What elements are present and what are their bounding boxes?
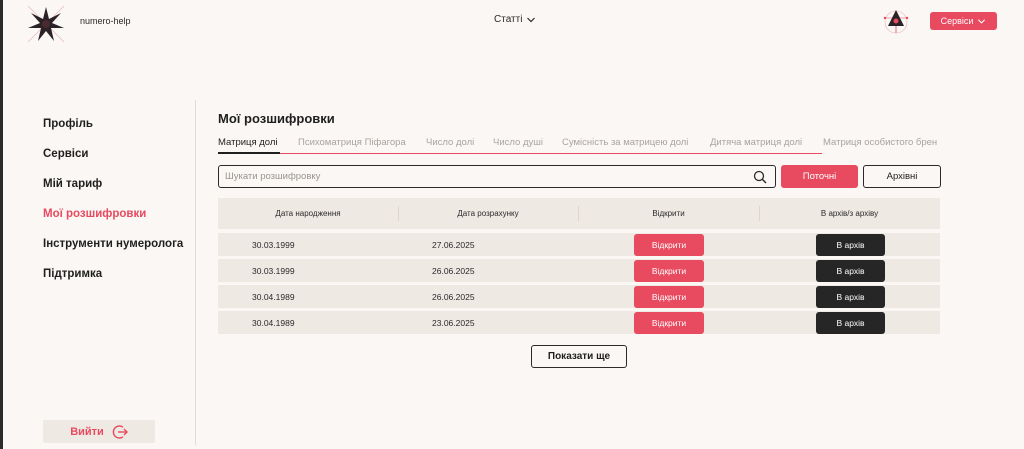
sidebar-divider	[195, 100, 196, 445]
tab-compatibility[interactable]: Сумісність за матрицею долі	[562, 137, 688, 148]
active-tab-indicator	[218, 152, 280, 154]
calc-date-cell: 27.06.2025	[432, 240, 475, 250]
tab-destiny-matrix[interactable]: Матриця долі	[218, 137, 278, 148]
tab-destiny-number[interactable]: Число долі	[426, 137, 474, 148]
logout-icon	[112, 424, 128, 439]
page-title: Мої розшифровки	[218, 111, 335, 126]
table-row: 30.04.1989 23.06.2025 Відкрити В архів	[218, 311, 940, 334]
services-button[interactable]: Сервіси	[930, 12, 997, 30]
sidebar-item-numerologist-tools[interactable]: Інструменти нумеролога	[43, 238, 183, 250]
top-header: numero-help Статті Сервіси	[0, 0, 1024, 44]
articles-dropdown[interactable]: Статті	[494, 14, 536, 25]
archive-filter-button[interactable]: Архівні	[863, 165, 941, 188]
services-button-label: Сервіси	[940, 16, 974, 26]
sidebar-item-services[interactable]: Сервіси	[43, 148, 88, 160]
birth-date-cell: 30.03.1999	[252, 266, 295, 276]
column-header-open: Відкрити	[652, 209, 685, 218]
avatar-icon[interactable]	[882, 7, 910, 35]
table-row: 30.04.1989 26.06.2025 Відкрити В архів	[218, 285, 940, 308]
search-box	[218, 165, 776, 188]
birth-date-cell: 30.04.1989	[252, 292, 295, 302]
decoding-tabs: Матриця долі Психоматриця Піфагора Число…	[218, 137, 940, 157]
to-archive-button[interactable]: В архів	[816, 312, 885, 334]
table-row: 30.03.1999 27.06.2025 Відкрити В архів	[218, 233, 940, 256]
chevron-down-icon	[978, 18, 986, 24]
open-button[interactable]: Відкрити	[634, 260, 704, 282]
tab-child-matrix[interactable]: Дитяча матриця долі	[710, 137, 802, 148]
tab-pythagoras-psychomatrix[interactable]: Психоматриця Піфагора	[298, 137, 406, 148]
calc-date-cell: 26.06.2025	[432, 292, 475, 302]
current-filter-button[interactable]: Поточні	[781, 165, 858, 188]
logout-button[interactable]: Вийти	[43, 420, 155, 443]
open-button[interactable]: Відкрити	[634, 312, 704, 334]
show-more-button[interactable]: Показати ще	[531, 345, 627, 368]
sidebar-item-my-decodings[interactable]: Мої розшифровки	[43, 208, 146, 220]
open-button[interactable]: Відкрити	[634, 234, 704, 256]
table-row: 30.03.1999 26.06.2025 Відкрити В архів	[218, 259, 940, 282]
sidebar-item-tariff[interactable]: Мій тариф	[43, 178, 102, 190]
logout-label: Вийти	[70, 425, 104, 438]
to-archive-button[interactable]: В архів	[816, 234, 885, 256]
open-button[interactable]: Відкрити	[634, 286, 704, 308]
sidebar-item-profile[interactable]: Профіль	[43, 118, 93, 130]
tab-soul-number[interactable]: Число душі	[493, 137, 543, 148]
tab-personal-brand-matrix[interactable]: Матриця особистого брен	[823, 137, 937, 148]
logo-text[interactable]: numero-help	[80, 16, 131, 26]
column-header-archive: В архів/з архіву	[820, 209, 879, 218]
column-header-birth-date: Дата народження	[275, 209, 341, 218]
to-archive-button[interactable]: В архів	[816, 260, 885, 282]
to-archive-button[interactable]: В архів	[816, 286, 885, 308]
chevron-down-icon	[527, 17, 536, 22]
birth-date-cell: 30.03.1999	[252, 240, 295, 250]
calc-date-cell: 26.06.2025	[432, 266, 475, 276]
sidebar-item-support[interactable]: Підтримка	[43, 268, 102, 280]
articles-label: Статті	[494, 14, 523, 25]
birth-date-cell: 30.04.1989	[252, 318, 295, 328]
search-icon[interactable]	[753, 170, 767, 184]
search-input[interactable]	[225, 168, 745, 185]
logo-star-icon[interactable]	[26, 4, 66, 44]
window-edge	[0, 0, 3, 449]
column-header-calc-date: Дата розрахунку	[457, 209, 519, 218]
tabs-underline	[218, 153, 822, 154]
calc-date-cell: 23.06.2025	[432, 318, 475, 328]
table-header: Дата народження Дата розрахунку Відкрити…	[218, 198, 940, 229]
